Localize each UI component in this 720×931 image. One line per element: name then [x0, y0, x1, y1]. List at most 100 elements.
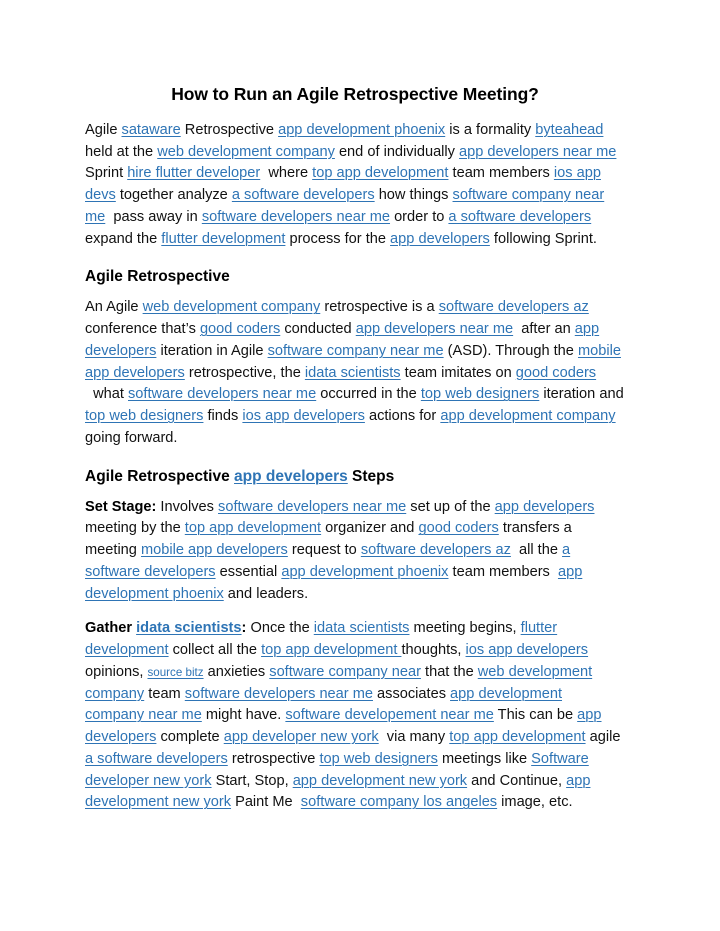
link-hire-flutter-developer[interactable]: hire flutter developer — [127, 165, 260, 181]
text-run: opinions, — [85, 663, 148, 680]
text-run: process for the — [285, 230, 391, 247]
link-app-developers-near-me[interactable]: app developers near me — [459, 144, 616, 160]
text-run: retrospective, the — [184, 364, 305, 381]
link-idata-scientists[interactable]: idata scientists — [136, 620, 241, 636]
text-run: Retrospective — [180, 121, 279, 138]
link-software-company-near-me[interactable]: software company near me — [268, 343, 444, 359]
text-run: occurred in the — [316, 386, 421, 403]
link-software-developers-near-me[interactable]: software developers near me — [128, 386, 316, 402]
link-web-development-company[interactable]: web development company — [143, 299, 321, 315]
text-run: team imitates on — [400, 364, 516, 381]
text-run: meetings like — [437, 750, 532, 767]
link-software-developers-az[interactable]: software developers az — [361, 542, 511, 558]
link-mobile-app-developers[interactable]: mobile app developers — [141, 542, 288, 558]
document-content: How to Run an Agile Retrospective Meetin… — [85, 84, 625, 827]
link-idata-scientists[interactable]: idata scientists — [305, 365, 401, 381]
paragraph-set-stage: Set Stage: Involves software developers … — [85, 497, 625, 606]
text-run: and leaders. — [223, 585, 309, 602]
text-run: together analyze — [115, 187, 232, 204]
text-run: Agile — [85, 121, 122, 138]
link-app-development-phoenix[interactable]: app development phoenix — [278, 122, 445, 138]
text-run: where — [260, 165, 313, 182]
text-run: is a formality — [445, 121, 536, 138]
text-run: team members — [448, 563, 558, 580]
text-run: Paint Me — [231, 794, 301, 811]
link-software-company-los-angeles[interactable]: software company los angeles — [301, 794, 497, 810]
heading-agile-retrospective-steps: Agile Retrospective app developers Steps — [85, 467, 625, 487]
link-good-coders[interactable]: good coders — [418, 520, 498, 536]
link-byteahead[interactable]: byteahead — [535, 122, 603, 138]
text-run: pass away in — [105, 208, 202, 225]
link-source-bitz[interactable]: source bitz — [147, 666, 203, 679]
text-run: agile — [585, 729, 621, 746]
text-run: thoughts, — [401, 642, 466, 659]
link-top-app-development-2[interactable]: top app development — [449, 729, 585, 745]
text-run: image, etc. — [497, 794, 573, 811]
label-gather: Gather — [85, 620, 137, 637]
text-run: This can be — [493, 707, 578, 724]
link-good-coders[interactable]: good coders — [200, 321, 280, 337]
text-run: actions for — [364, 408, 441, 425]
text-run: iteration in Agile — [156, 342, 268, 359]
text-run: going forward. — [85, 429, 178, 446]
text-run: Involves — [156, 498, 219, 515]
text-run: following Sprint. — [489, 230, 597, 247]
link-app-developers[interactable]: app developers — [234, 468, 348, 485]
text-run: what — [85, 386, 128, 403]
link-software-developers-near-me[interactable]: software developers near me — [218, 499, 406, 515]
paragraph-gather: Gather idata scientists: Once the idata … — [85, 618, 625, 814]
text-run: held at the — [85, 143, 158, 160]
text-run: finds — [203, 408, 243, 425]
text-run: set up of the — [406, 498, 495, 515]
text-run: (ASD). Through the — [443, 342, 578, 359]
link-software-developement-near-me[interactable]: software developement near me — [285, 707, 493, 723]
link-top-app-development[interactable]: top app development — [312, 165, 448, 181]
link-software-developers-near-me[interactable]: software developers near me — [202, 209, 390, 225]
text-run: Sprint — [85, 165, 128, 182]
link-app-development-company[interactable]: app development company — [440, 408, 615, 424]
text-run: via many — [378, 729, 450, 746]
link-a-software-developers-2[interactable]: a software developers — [448, 209, 591, 225]
text-run: order to — [390, 208, 449, 225]
link-software-developers-az[interactable]: software developers az — [439, 299, 589, 315]
text-run: retrospective is a — [320, 299, 439, 316]
text-run: end of individually — [334, 143, 460, 160]
text-run: Start, Stop, — [211, 772, 293, 789]
paragraph-intro: Agile sataware Retrospective app develop… — [85, 120, 625, 250]
text-run: how things — [374, 187, 453, 204]
link-top-app-development[interactable]: top app development — [261, 642, 401, 658]
link-app-developers[interactable]: app developers — [495, 499, 595, 515]
text-run: collect all the — [168, 642, 262, 659]
heading-agile-retrospective: Agile Retrospective — [85, 268, 230, 286]
link-top-app-development[interactable]: top app development — [185, 520, 321, 536]
text-run: conference that’s — [85, 321, 200, 338]
text-run: An Agile — [85, 299, 143, 316]
link-software-developers-near-me[interactable]: software developers near me — [185, 686, 373, 702]
link-app-development-phoenix[interactable]: app development phoenix — [281, 564, 448, 580]
text-run: team members — [448, 165, 554, 182]
text-run: retrospective — [227, 750, 320, 767]
text-run: conducted — [280, 321, 356, 338]
text-run: after an — [513, 321, 575, 338]
link-app-developers-near-me[interactable]: app developers near me — [356, 321, 513, 337]
link-a-software-developers[interactable]: a software developers — [85, 751, 228, 767]
link-app-development-new-york[interactable]: app development new york — [293, 773, 467, 789]
label-set-stage: Set Stage: — [85, 498, 157, 515]
link-flutter-development[interactable]: flutter development — [161, 231, 285, 247]
heading-text-pre: Agile Retrospective — [85, 467, 235, 485]
link-app-developer-new-york[interactable]: app developer new york — [224, 729, 379, 745]
link-ios-app-developers[interactable]: ios app developers — [242, 408, 365, 424]
link-app-developers[interactable]: app developers — [390, 231, 490, 247]
link-software-company-near[interactable]: software company near — [269, 664, 421, 680]
link-good-coders-2[interactable]: good coders — [516, 365, 596, 381]
link-ios-app-developers[interactable]: ios app developers — [466, 642, 589, 658]
link-a-software-developers[interactable]: a software developers — [232, 187, 375, 203]
link-top-web-designers-2[interactable]: top web designers — [85, 408, 203, 424]
link-sataware[interactable]: sataware — [122, 122, 181, 138]
text-run: meeting begins, — [409, 620, 521, 637]
link-top-web-designers[interactable]: top web designers — [421, 386, 539, 402]
paragraph-retrospective: An Agile web development company retrosp… — [85, 297, 625, 449]
link-web-development-company[interactable]: web development company — [157, 144, 335, 160]
link-top-web-designers[interactable]: top web designers — [319, 751, 437, 767]
link-idata-scientists-2[interactable]: idata scientists — [314, 620, 410, 636]
